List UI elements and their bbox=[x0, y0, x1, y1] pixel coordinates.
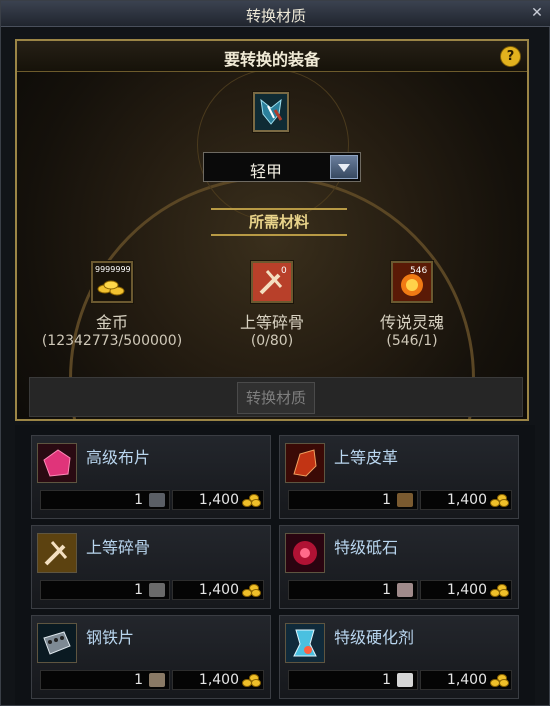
shop-item[interactable]: 上等碎骨 1 1,400 bbox=[31, 525, 271, 609]
item-price: 1,400 bbox=[446, 492, 487, 508]
bone-badge: 0 bbox=[281, 266, 287, 276]
panel-title: 要转换的装备 bbox=[223, 50, 320, 69]
material-mini-icon bbox=[149, 583, 165, 597]
material-count: (12342773/500000) bbox=[41, 333, 183, 349]
shop-item[interactable]: 钢铁片 1 1,400 bbox=[31, 615, 271, 699]
item-name: 上等碎骨 bbox=[86, 538, 151, 557]
close-icon[interactable]: ✕ bbox=[529, 5, 545, 21]
leather-icon bbox=[285, 443, 325, 483]
material-mini-icon bbox=[149, 493, 165, 507]
quantity-field[interactable]: 1 bbox=[288, 580, 418, 600]
gold-coin-icon bbox=[242, 494, 261, 507]
whetstone-icon bbox=[285, 533, 325, 573]
panel-header: 要转换的装备 ? bbox=[17, 41, 527, 72]
window-title: 转换材质 bbox=[245, 7, 306, 25]
chevron-down-icon[interactable] bbox=[330, 155, 358, 179]
help-icon[interactable]: ? bbox=[500, 46, 521, 67]
item-price: 1,400 bbox=[446, 672, 487, 688]
price-field: 1,400 bbox=[420, 580, 512, 600]
convert-button-bar: 转换材质 bbox=[29, 377, 523, 417]
steel-plate-icon bbox=[37, 623, 77, 663]
bone-fragment-icon: 0 bbox=[253, 263, 291, 301]
gold-slot: 9999999 bbox=[91, 261, 133, 303]
item-name: 特级砥石 bbox=[334, 538, 399, 557]
shop-item[interactable]: 特级硬化剂 1 1,400 bbox=[279, 615, 519, 699]
convert-material-window: 转换材质 ✕ 要转换的装备 ? 轻甲 所需材料 9999999 金币 (1234… bbox=[0, 0, 550, 706]
gold-coin-icon bbox=[490, 494, 509, 507]
gold-icon: 9999999 bbox=[93, 263, 131, 301]
titlebar[interactable]: 转换材质 ✕ bbox=[1, 1, 550, 27]
quantity-field[interactable]: 1 bbox=[288, 670, 418, 690]
item-quantity: 1 bbox=[382, 672, 391, 688]
legendary-soul-icon: 546 bbox=[393, 263, 431, 301]
item-price: 1,400 bbox=[446, 582, 487, 598]
equipment-armor-icon bbox=[255, 94, 287, 130]
cloth-icon bbox=[37, 443, 77, 483]
armor-type-select[interactable]: 轻甲 bbox=[203, 152, 361, 182]
armor-type-value: 轻甲 bbox=[249, 162, 282, 181]
hardener-icon bbox=[285, 623, 325, 663]
shop-item[interactable]: 特级砥石 1 1,400 bbox=[279, 525, 519, 609]
quantity-field[interactable]: 1 bbox=[40, 490, 170, 510]
equipment-slot[interactable] bbox=[253, 92, 289, 132]
material-mini-icon bbox=[149, 673, 165, 687]
material-gold: 9999999 金币 (12342773/500000) bbox=[37, 261, 187, 349]
material-count: (546/1) bbox=[386, 333, 438, 349]
gold-coin-icon bbox=[242, 674, 261, 687]
material-soul: 546 传说灵魂 (546/1) bbox=[337, 261, 487, 349]
required-materials-label: 所需材料 bbox=[211, 208, 347, 236]
material-shop: 高级布片 1 1,400 上等皮革 1 1,400 上等碎骨 1 1,400 特… bbox=[15, 425, 535, 705]
soul-slot: 546 bbox=[391, 261, 433, 303]
gold-coin-icon bbox=[490, 584, 509, 597]
item-name: 上等皮革 bbox=[334, 448, 399, 467]
item-name: 高级布片 bbox=[86, 448, 151, 467]
price-field: 1,400 bbox=[420, 670, 512, 690]
item-quantity: 1 bbox=[134, 492, 143, 508]
convert-material-button[interactable]: 转换材质 bbox=[237, 382, 315, 414]
quantity-field[interactable]: 1 bbox=[40, 580, 170, 600]
shop-item[interactable]: 高级布片 1 1,400 bbox=[31, 435, 271, 519]
material-mini-icon bbox=[397, 673, 413, 687]
material-name: 上等碎骨 bbox=[239, 313, 304, 332]
price-field: 1,400 bbox=[420, 490, 512, 510]
item-quantity: 1 bbox=[134, 582, 143, 598]
bone-slot: 0 bbox=[251, 261, 293, 303]
material-mini-icon bbox=[397, 493, 413, 507]
gold-coin-icon bbox=[242, 584, 261, 597]
gold-badge: 9999999 bbox=[95, 265, 131, 274]
item-quantity: 1 bbox=[382, 492, 391, 508]
item-name: 特级硬化剂 bbox=[334, 628, 415, 647]
quantity-field[interactable]: 1 bbox=[288, 490, 418, 510]
material-bone: 0 上等碎骨 (0/80) bbox=[197, 261, 347, 349]
item-price: 1,400 bbox=[198, 672, 239, 688]
material-count: (0/80) bbox=[250, 333, 294, 349]
price-field: 1,400 bbox=[172, 670, 264, 690]
shop-item[interactable]: 上等皮革 1 1,400 bbox=[279, 435, 519, 519]
item-name: 钢铁片 bbox=[86, 628, 135, 647]
bone-icon bbox=[37, 533, 77, 573]
item-quantity: 1 bbox=[382, 582, 391, 598]
item-price: 1,400 bbox=[198, 492, 239, 508]
material-name: 传说灵魂 bbox=[379, 313, 444, 332]
material-mini-icon bbox=[397, 583, 413, 597]
price-field: 1,400 bbox=[172, 490, 264, 510]
soul-badge: 546 bbox=[410, 266, 427, 276]
item-quantity: 1 bbox=[134, 672, 143, 688]
gold-coin-icon bbox=[490, 674, 509, 687]
equipment-panel: 要转换的装备 ? 轻甲 所需材料 9999999 金币 (12342773/50… bbox=[15, 39, 529, 421]
price-field: 1,400 bbox=[172, 580, 264, 600]
quantity-field[interactable]: 1 bbox=[40, 670, 170, 690]
item-price: 1,400 bbox=[198, 582, 239, 598]
material-name: 金币 bbox=[95, 313, 128, 332]
